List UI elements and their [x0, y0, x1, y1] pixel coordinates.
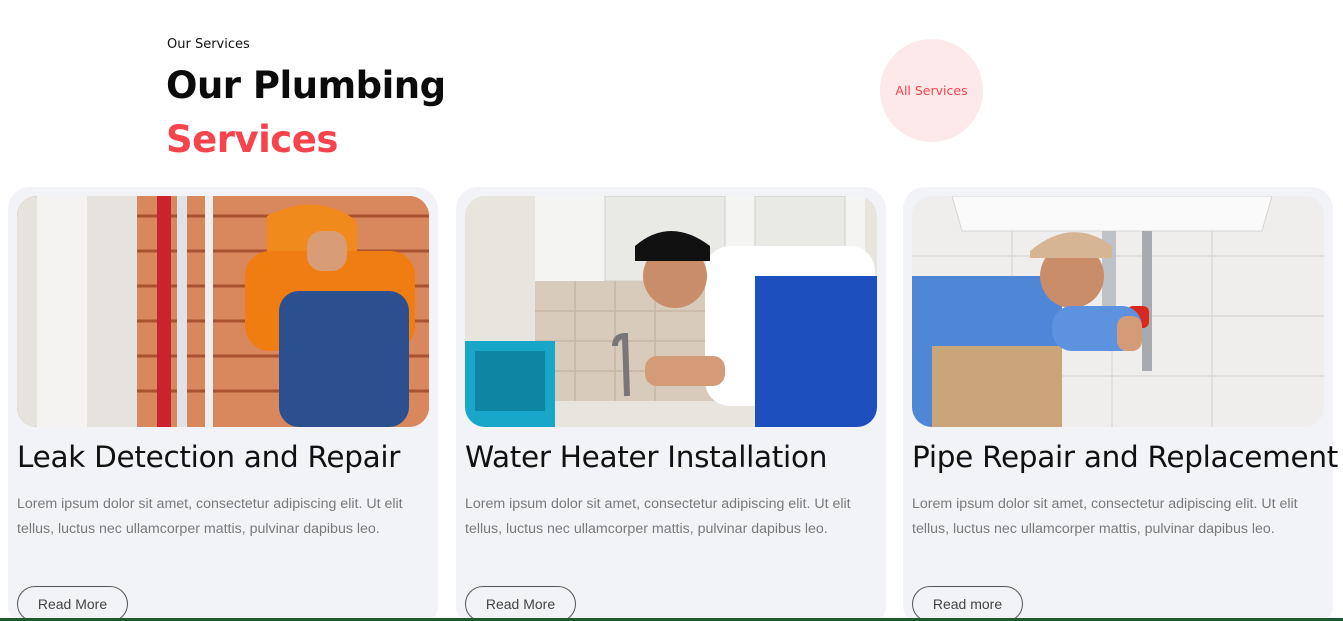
section-title-line2: Services: [166, 118, 338, 161]
read-more-button[interactable]: Read more: [912, 586, 1023, 621]
service-card-water-heater: Water Heater Installation Lorem ipsum do…: [456, 187, 886, 621]
section-eyebrow: Our Services: [167, 37, 250, 52]
service-card-title: Water Heater Installation: [465, 440, 828, 474]
section-title-line1: Our Plumbing: [166, 64, 446, 107]
plumber-leak-photo: [17, 196, 429, 427]
service-card-leak: Leak Detection and Repair Lorem ipsum do…: [8, 187, 438, 621]
service-card-title: Leak Detection and Repair: [17, 440, 401, 474]
service-card-title: Pipe Repair and Replacement: [912, 440, 1339, 474]
service-card-text: Lorem ipsum dolor sit amet, consectetur …: [912, 496, 1298, 537]
plumber-sink-photo: [912, 196, 1324, 427]
service-card-pipe-repair: Pipe Repair and Replacement Lorem ipsum …: [903, 187, 1338, 621]
read-more-button[interactable]: Read More: [465, 586, 576, 621]
read-more-button[interactable]: Read More: [17, 586, 128, 621]
service-card-text: Lorem ipsum dolor sit amet, consectetur …: [17, 496, 403, 537]
all-services-button[interactable]: All Services: [880, 39, 983, 142]
service-card-text: Lorem ipsum dolor sit amet, consectetur …: [465, 496, 851, 537]
plumber-kitchen-photo: [465, 196, 877, 427]
